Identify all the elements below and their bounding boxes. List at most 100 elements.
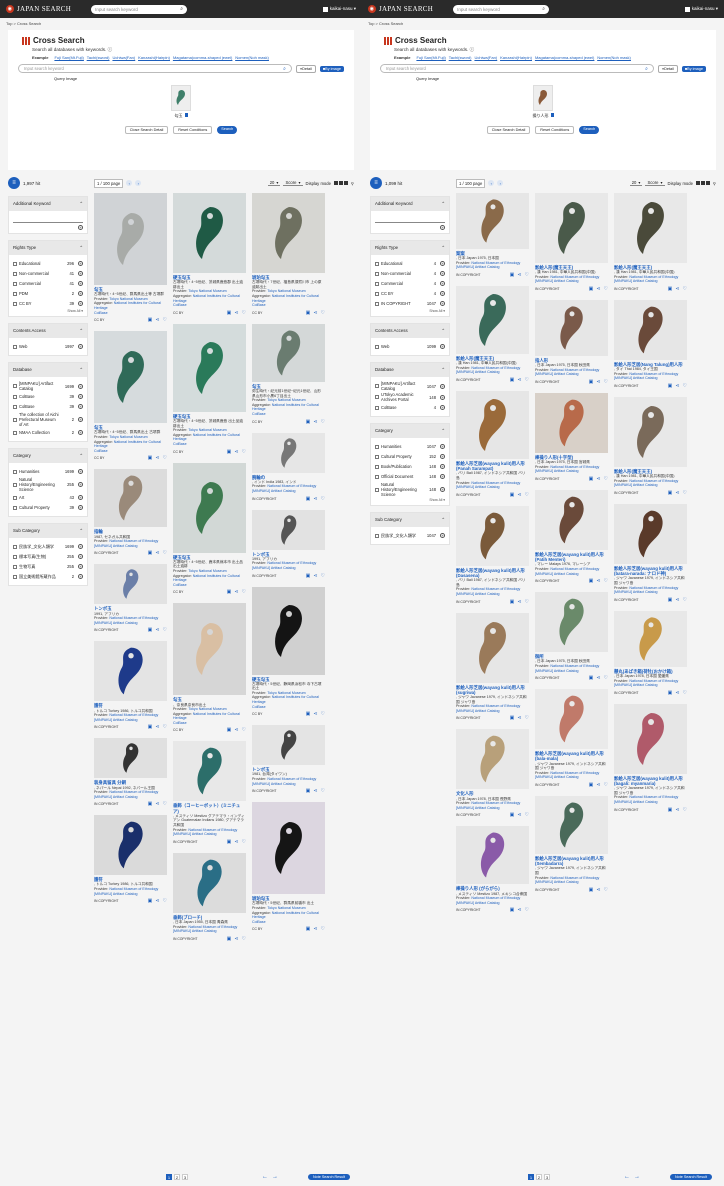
filter-option[interactable]: Cultural Property 39 + [13,503,83,512]
heart-icon[interactable]: ♡ [604,782,608,788]
filter-option[interactable]: Official Document 148 + [375,472,445,481]
database-link[interactable]: [MINPAKU] Artifact Catalog [94,544,137,548]
result-thumbnail[interactable] [173,741,246,802]
heart-icon[interactable]: ♡ [242,727,246,733]
note-add-icon[interactable]: ▣ [668,807,673,813]
database-link[interactable]: [MINPAKU] Artifact Catalog [456,709,499,713]
result-card[interactable]: 影絵人形芝居(wayang kulit)用人形(bagali: myanmari… [614,703,687,813]
heart-icon[interactable]: ♡ [321,711,325,717]
add-icon[interactable]: + [440,533,445,538]
chevron-up-icon[interactable]: ⌃ [441,328,445,334]
share-icon[interactable]: ⋖ [517,377,521,383]
result-card[interactable]: 棒操り人形 (がらがら), メスティソ Mestizo 1987, メキシコ合衆… [456,826,529,913]
share-icon[interactable]: ⋖ [596,782,600,788]
provider-link[interactable]: National Museum of Ethnology [188,925,237,929]
result-card[interactable]: 影絵人形芝居(wayang kulit)用人形(Patih Menteri), … [535,489,608,584]
result-card[interactable]: 腕輪の, インド India 1983, インド Provider: Nation… [252,432,325,502]
keyword-input[interactable]: Input search keyword ⌕ [380,64,654,73]
checkbox[interactable] [13,430,17,435]
search-icon[interactable]: ⌕ [645,66,648,72]
heart-icon[interactable]: ♡ [163,550,167,556]
result-thumbnail[interactable] [456,193,529,249]
result-thumbnail[interactable] [614,703,687,774]
note-add-icon[interactable]: ▣ [589,782,594,788]
provider-link[interactable]: National Museum of Ethnology [471,704,520,708]
heart-icon[interactable]: ♡ [242,839,246,845]
heart-icon[interactable]: ♡ [683,383,687,389]
add-icon[interactable]: + [440,444,445,449]
heart-icon[interactable]: ♡ [683,490,687,496]
result-card[interactable]: 勾玉 、奈良県奈良市出土 Provider: Tokyo National Muse… [173,603,246,733]
note-add-icon[interactable]: ▣ [227,936,232,942]
list-view-icon[interactable] [700,181,705,185]
checkbox[interactable] [13,301,17,306]
result-card[interactable]: 琥珀勾玉 古墳時代・5世紀、群馬県前橋市 出土 Provider: Tokyo Na… [252,802,325,932]
result-card[interactable]: 影絵人形(魔王天王), 漢 Han 1981, 中華人民共和国(中国) Provi… [614,193,687,292]
database-link[interactable]: ColBase [94,311,108,315]
note-add-icon[interactable]: ▣ [510,492,515,498]
result-card[interactable]: 影絵人形芝居(wayang kulit)用人形(bala-mala), ジャワ … [535,689,608,788]
filter-option[interactable]: 民族学_文化人類学 1699 + [13,542,83,551]
result-title-link[interactable]: 影絵人形芝居(wayang kulit)用人形(batara-narada: ナ… [614,566,687,576]
example-keyword-link[interactable]: Fuji San(Mt.Fuji) [416,55,445,60]
database-link[interactable]: [MINPAKU] Artifact Catalog [456,806,499,810]
result-card[interactable]: 指輪 1987, セネガル共和国 Provider: National Museum… [94,469,167,556]
filter-option[interactable]: [MINPAKU] Artifact Catalog 1047 + [375,381,445,391]
heart-icon[interactable]: ♡ [321,573,325,579]
database-link[interactable]: ColBase [252,705,266,709]
note-add-icon[interactable]: ▣ [510,272,515,278]
checkbox[interactable] [375,344,379,349]
database-link[interactable]: ColBase [173,442,187,446]
result-thumbnail[interactable] [535,689,608,750]
heart-icon[interactable]: ♡ [683,690,687,696]
share-icon[interactable]: ⋖ [675,597,679,603]
add-icon[interactable]: + [78,383,83,389]
note-add-icon[interactable]: ▣ [668,383,673,389]
share-icon[interactable]: ⋖ [596,286,600,292]
share-icon[interactable]: ⋖ [596,476,600,482]
note-add-icon[interactable]: ▣ [589,476,594,482]
filter-option[interactable]: 国立美術館所蔵作品 2 + [13,572,83,581]
add-icon[interactable]: + [440,291,445,296]
aggregator-link[interactable]: National Institutes for Cultural Heritag… [173,433,240,442]
image-search-button[interactable]: ■By image [681,65,706,72]
result-card[interactable]: 影絵人形芝居(wayang kulit)用人形(sugriwa), ジャワ Ja… [456,612,529,721]
chevron-up-icon[interactable]: ⌃ [79,453,83,459]
result-title-link[interactable]: 影絵人形芝居(wayang kulit)用人形(bala-mala) [535,751,608,761]
heart-icon[interactable]: ♡ [604,578,608,584]
add-icon[interactable]: + [440,225,445,230]
result-thumbnail[interactable] [535,392,608,453]
heart-icon[interactable]: ♡ [242,310,246,316]
chevron-up-icon[interactable]: ⌃ [79,528,83,534]
example-keyword-link[interactable]: Fuji San(Mt.Fuji) [54,55,83,60]
result-title-link[interactable]: 影絵人形芝居(wayang kulit)用人形(Dasasena) [456,568,529,578]
add-icon[interactable]: + [440,344,445,349]
provider-link[interactable]: National Museum of Ethnology [109,713,158,717]
result-card[interactable]: 勾玉 弥生時代・紀元前1世紀~紀元1世紀、山形 県山形市小黒6丁目出土 Provid… [252,323,325,425]
next-page-icon[interactable]: › [135,180,142,186]
result-thumbnail[interactable] [614,299,687,360]
filter-header[interactable]: Rights Type ⌃ [9,241,87,255]
result-thumbnail[interactable] [173,193,246,273]
filter-option[interactable]: PDM 2 + [13,289,83,298]
heart-icon[interactable]: ♡ [683,807,687,813]
database-link[interactable]: ColBase [252,303,266,307]
provider-link[interactable]: National Museum of Ethnology [550,664,599,668]
database-link[interactable]: [MINPAKU] Artifact Catalog [456,485,499,489]
search-button[interactable]: Search [579,126,600,134]
provider-link[interactable]: National Museum of Ethnology [471,896,520,900]
filter-header[interactable]: Rights Type ⌃ [371,241,449,255]
result-card[interactable]: 影絵人形(魔王天王), 漢 Han 1981, 中華人民共和国(中国) Provi… [535,193,608,292]
database-link[interactable]: [MINPAKU] Artifact Catalog [535,669,578,673]
note-add-icon[interactable]: ▣ [668,286,673,292]
close-search-detail-button[interactable]: Close Search Detail [486,126,531,134]
database-link[interactable]: [MINPAKU] Artifact Catalog [456,592,499,596]
share-icon[interactable]: ⋖ [313,573,317,579]
add-icon[interactable]: + [78,404,83,409]
result-card[interactable]: 琥珀勾玉 古墳時代・7世紀、福島県須賀川市 上の原遺跡出土 Provider: To… [252,193,325,316]
show-all-link[interactable]: Show All ▾ [375,498,445,502]
result-card[interactable]: 文化人形, 日本 Japan 1978, 日本国 長野県 Provider: Na… [456,729,529,818]
result-thumbnail[interactable] [94,193,167,285]
per-page-select[interactable]: 20 ▾ [629,180,643,186]
share-icon[interactable]: ⋖ [234,310,238,316]
